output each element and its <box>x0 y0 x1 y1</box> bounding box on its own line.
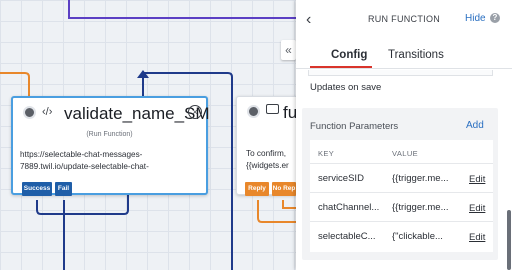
column-header-value: VALUE <box>392 149 419 158</box>
parameters-table: KEY VALUE serviceSID {{trigger.me... Edi… <box>310 140 493 252</box>
close-icon[interactable]: × <box>188 105 202 119</box>
help-icon[interactable]: ? <box>490 13 500 23</box>
wire-success <box>36 195 129 215</box>
widget-url-line-2: 7889.twil.io/update-selectable-chat- <box>20 162 149 171</box>
wire-reply <box>257 200 296 223</box>
add-parameter-button[interactable]: Add <box>466 120 484 131</box>
column-header-key: KEY <box>318 149 335 158</box>
transition-reply[interactable]: Reply <box>245 182 269 196</box>
function-parameters-section: Function Parameters Add KEY VALUE servic… <box>302 108 498 260</box>
tab-transitions[interactable]: Transitions <box>388 49 444 61</box>
node-handle-dot[interactable] <box>23 106 36 119</box>
code-icon: ‹/› <box>42 106 53 118</box>
edit-parameter-link[interactable]: Edit <box>469 232 485 243</box>
param-key: chatChannel... <box>318 202 380 213</box>
hide-panel-link[interactable]: Hide <box>465 13 486 24</box>
table-row: selectableC... {"clickable... Edit <box>310 221 493 251</box>
param-value: {{trigger.me... <box>392 202 449 213</box>
edit-parameter-link[interactable]: Edit <box>469 174 485 185</box>
field-strip <box>308 70 493 76</box>
panel-scrollbar[interactable] <box>507 210 511 270</box>
param-value: {{trigger.me... <box>392 173 449 184</box>
param-value: {"clickable... <box>392 231 443 242</box>
tab-config[interactable]: Config <box>331 49 367 61</box>
wire-purple <box>68 0 296 19</box>
wire-orange-left <box>0 72 30 96</box>
function-parameters-title: Function Parameters <box>310 121 399 132</box>
node-handle-dot[interactable] <box>247 105 260 118</box>
tab-divider <box>296 68 512 69</box>
widget-validate-name[interactable]: ‹/› validate_name_SM × (Run Function) ht… <box>11 96 210 195</box>
param-key: selectableC... <box>318 231 376 242</box>
widget-subtitle: (Run Function) <box>86 131 133 138</box>
edit-parameter-link[interactable]: Edit <box>469 203 485 214</box>
table-row: chatChannel... {{trigger.me... Edit <box>310 192 493 222</box>
param-key: serviceSID <box>318 173 364 184</box>
table-row: serviceSID {{trigger.me... Edit <box>310 163 493 193</box>
transition-fail[interactable]: Fail <box>55 182 72 196</box>
updates-on-save-text: Updates on save <box>310 82 382 93</box>
wire-no-reply <box>282 200 296 209</box>
transition-success[interactable]: Success <box>22 182 52 196</box>
transition-no-reply[interactable]: No Rep <box>272 182 296 196</box>
run-function-panel: ‹ RUN FUNCTION Hide ? Config Transitions… <box>296 0 512 270</box>
collapse-panel-button[interactable]: « <box>281 40 296 60</box>
message-icon <box>266 104 279 114</box>
panel-header: ‹ RUN FUNCTION Hide ? <box>296 0 512 40</box>
